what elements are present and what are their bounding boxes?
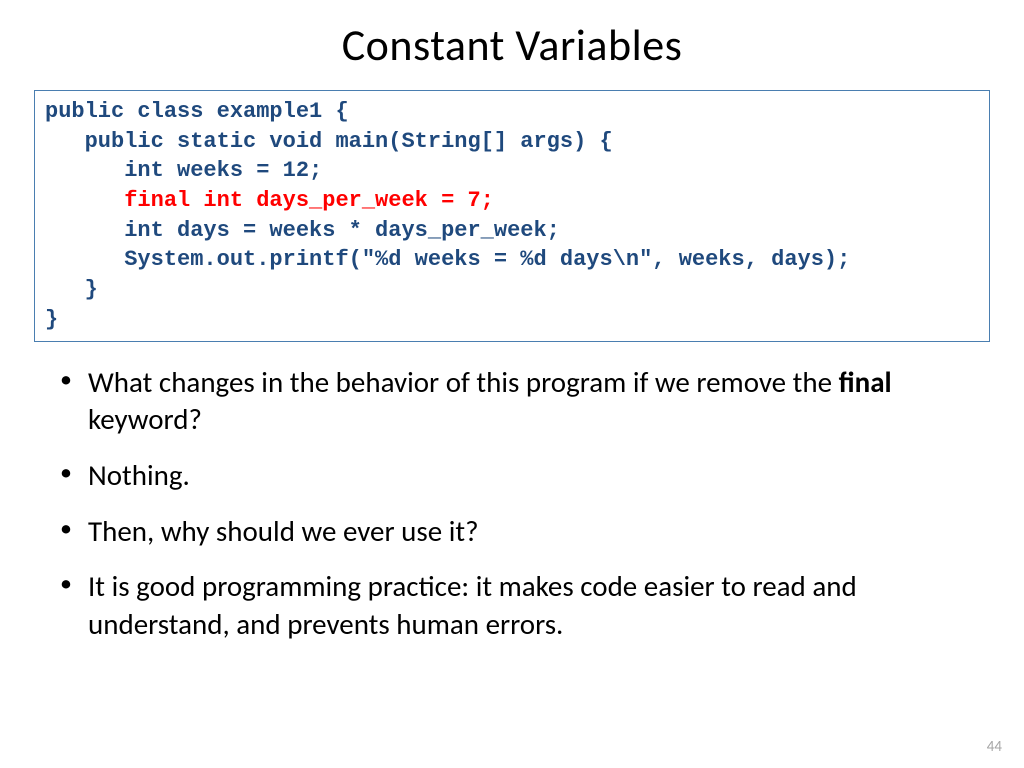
bullet-list: What changes in the behavior of this pro… <box>30 364 994 644</box>
bullet-text: keyword? <box>88 401 202 437</box>
bullet-item: What changes in the behavior of this pro… <box>88 364 970 439</box>
code-line: int days = weeks * days_per_week; <box>45 216 979 246</box>
code-line: } <box>45 275 979 305</box>
code-block: public class example1 { public static vo… <box>34 90 990 342</box>
code-line: } <box>45 305 979 335</box>
code-line: public class example1 { <box>45 97 979 127</box>
bullet-bold: final <box>839 364 892 400</box>
code-line-highlight: final int days_per_week = 7; <box>45 186 979 216</box>
code-line: public static void main(String[] args) { <box>45 127 979 157</box>
slide-title: Constant Variables <box>30 18 994 72</box>
bullet-text: What changes in the behavior of this pro… <box>88 364 839 400</box>
bullet-item: Nothing. <box>88 457 970 495</box>
code-line: System.out.printf("%d weeks = %d days\n"… <box>45 245 979 275</box>
page-number: 44 <box>987 738 1002 756</box>
slide: Constant Variables public class example1… <box>0 0 1024 768</box>
bullet-item: It is good programming practice: it make… <box>88 568 970 643</box>
code-line: int weeks = 12; <box>45 156 979 186</box>
bullet-item: Then, why should we ever use it? <box>88 513 970 551</box>
